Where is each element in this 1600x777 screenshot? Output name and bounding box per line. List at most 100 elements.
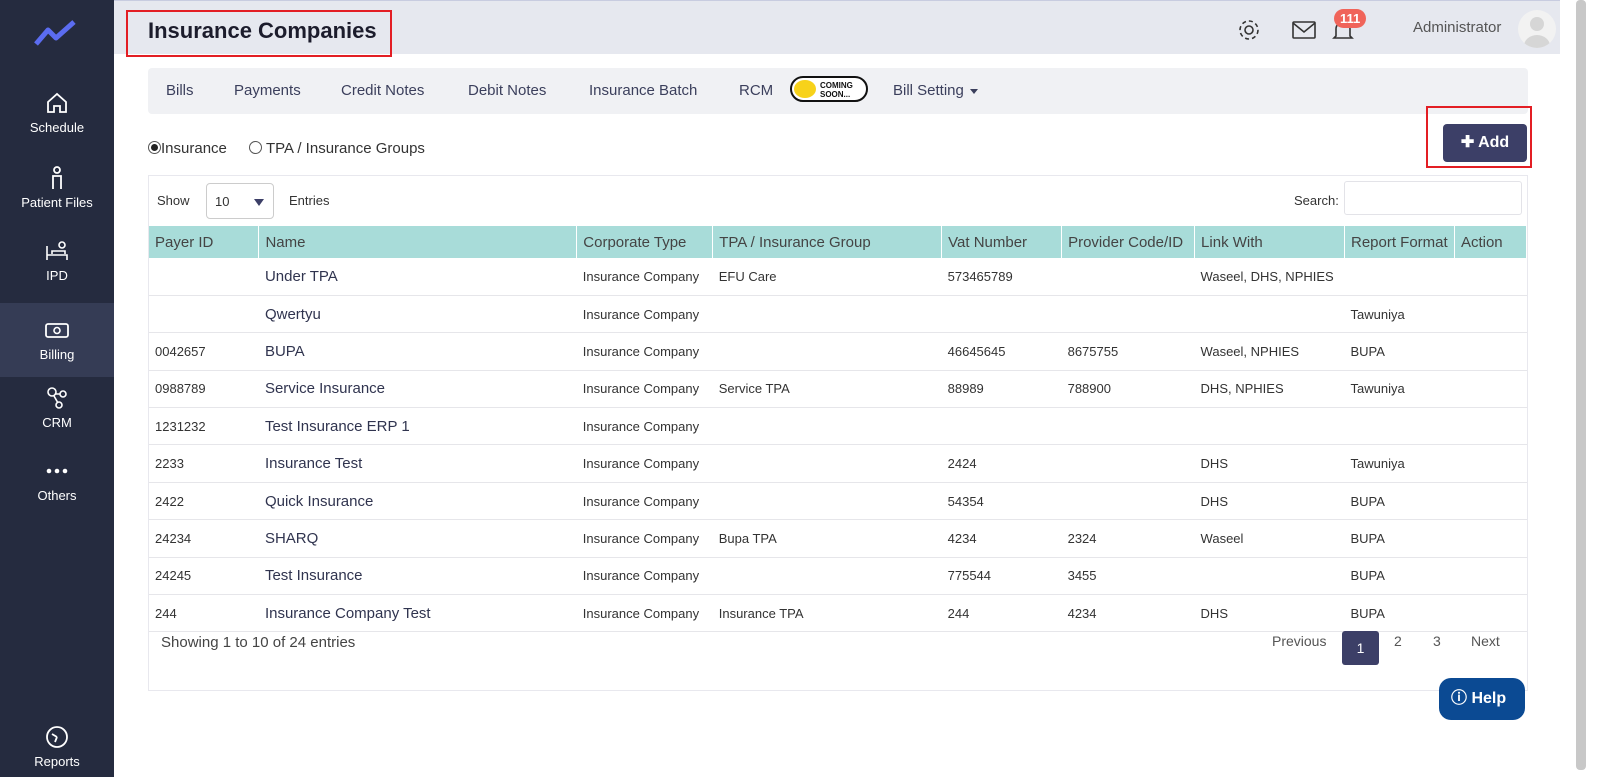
report-format-cell: Tawuniya: [1344, 295, 1455, 334]
sidebar-item-schedule[interactable]: Schedule: [0, 90, 114, 150]
name-cell: Quick Insurance: [258, 482, 577, 521]
main-content: Insurance Companies 111 Administrator Bi…: [114, 0, 1600, 777]
table-header-row: Payer ID Name Corporate Type TPA / Insuranc…: [149, 226, 1528, 258]
action-cell[interactable]: [1454, 557, 1527, 596]
link-with-cell: [1194, 295, 1345, 334]
vat-number-cell: 4234: [941, 519, 1062, 558]
table-row[interactable]: Under TPA Insurance Company EFU Care 573465…: [149, 258, 1527, 296]
table-row[interactable]: 0988789 Service Insurance Insurance Compan…: [149, 370, 1527, 409]
search-input[interactable]: [1344, 181, 1522, 215]
sidebar-item-ipd[interactable]: IPD: [0, 238, 114, 298]
column-header[interactable]: Name: [258, 226, 578, 258]
link-with-cell: DHS, NPHIES: [1194, 370, 1345, 409]
sidebar-item-crm[interactable]: CRM: [0, 385, 114, 445]
corporate-type-cell: Insurance Company: [576, 332, 713, 371]
tab-insurance-batch[interactable]: Insurance Batch: [589, 82, 697, 99]
tab-bill-setting[interactable]: Bill Setting: [893, 82, 978, 99]
tpa-group-cell: EFU Care: [712, 258, 942, 296]
action-cell[interactable]: [1454, 519, 1527, 558]
notification-badge[interactable]: 111: [1334, 9, 1367, 28]
insurance-table: Payer ID Name Corporate Type TPA / Insuranc…: [149, 226, 1528, 633]
previous-button[interactable]: Previous: [1272, 633, 1326, 649]
table-row[interactable]: 0042657 BUPA Insurance Company 46645645 8675…: [149, 332, 1527, 371]
tab-rcm[interactable]: RCM: [739, 82, 773, 99]
tab-payments[interactable]: Payments: [234, 82, 301, 99]
column-header[interactable]: Corporate Type: [576, 226, 714, 258]
link-with-cell: [1194, 407, 1345, 446]
tab-credit-notes[interactable]: Credit Notes: [341, 82, 424, 99]
name-cell: Under TPA: [258, 258, 577, 296]
tpa-group-cell: [712, 332, 942, 371]
tpa-group-cell: [712, 407, 942, 446]
sidebar-item-patient-files[interactable]: Patient Files: [0, 165, 114, 225]
caret-down-icon: [254, 199, 264, 206]
name-cell: Insurance Company Test: [258, 594, 577, 633]
vat-number-cell: 88989: [941, 370, 1062, 409]
radio-insurance[interactable]: [148, 141, 161, 154]
table-row[interactable]: 24234 SHARQ Insurance Company Bupa TPA 4234 2…: [149, 519, 1527, 558]
corporate-type-cell: Insurance Company: [576, 482, 713, 521]
table-row[interactable]: 1231232 Test Insurance ERP 1 Insurance Com…: [149, 407, 1527, 446]
coming-soon-line2: SOON...: [820, 90, 851, 99]
action-cell[interactable]: [1454, 594, 1527, 633]
column-header[interactable]: Payer ID: [149, 226, 260, 258]
action-cell[interactable]: [1454, 370, 1527, 409]
radio-tpa-groups-label[interactable]: TPA / Insurance Groups: [266, 140, 425, 157]
column-header[interactable]: TPA / Insurance Group: [712, 226, 943, 258]
vat-number-cell: 244: [941, 594, 1062, 633]
vat-number-cell: [941, 407, 1062, 446]
tpa-group-cell: Service TPA: [712, 370, 942, 409]
next-button[interactable]: Next: [1471, 633, 1500, 649]
payer-id-cell: 24234: [149, 519, 259, 558]
table-row[interactable]: 2422 Quick Insurance Insurance Company 5435…: [149, 482, 1527, 521]
column-header[interactable]: Provider Code/ID: [1061, 226, 1196, 258]
tpa-group-cell: [712, 482, 942, 521]
action-cell[interactable]: [1454, 444, 1527, 483]
money-icon: [45, 323, 69, 338]
column-header[interactable]: Report Format: [1344, 226, 1455, 258]
page-size-select[interactable]: 10: [206, 183, 274, 219]
table-row[interactable]: 2233 Insurance Test Insurance Company 2424 D…: [149, 444, 1527, 483]
sidebar-item-billing[interactable]: Billing: [0, 303, 114, 377]
action-cell[interactable]: [1454, 407, 1527, 446]
action-cell[interactable]: [1454, 332, 1527, 371]
page-3-button[interactable]: 3: [1433, 633, 1441, 649]
table-row[interactable]: 244 Insurance Company Test Insurance Compa…: [149, 594, 1527, 633]
scrollbar[interactable]: [1576, 0, 1586, 770]
sidebar-item-reports[interactable]: Reports: [0, 724, 114, 774]
payer-id-cell: [149, 258, 259, 296]
gear-icon[interactable]: [1236, 17, 1262, 43]
page-1-button[interactable]: 1: [1342, 631, 1379, 665]
column-header[interactable]: Vat Number: [941, 226, 1063, 258]
action-cell[interactable]: [1454, 482, 1527, 521]
mail-icon[interactable]: [1291, 17, 1317, 43]
tab-bills[interactable]: Bills: [166, 82, 194, 99]
report-format-cell: BUPA: [1344, 519, 1455, 558]
help-button[interactable]: ⓘ Help: [1439, 678, 1525, 720]
add-button[interactable]: ✚ Add: [1443, 124, 1527, 162]
column-header[interactable]: Link With: [1194, 226, 1345, 258]
avatar[interactable]: [1518, 10, 1556, 48]
link-with-cell: Waseel: [1194, 519, 1345, 558]
more-icon: [46, 468, 68, 474]
sidebar-item-label: Patient Files: [21, 195, 93, 210]
page-title: Insurance Companies: [126, 10, 392, 57]
corporate-type-cell: Insurance Company: [576, 519, 713, 558]
showing-info: Showing 1 to 10 of 24 entries: [161, 634, 356, 651]
action-cell[interactable]: [1454, 295, 1527, 334]
radio-insurance-label[interactable]: Insurance: [161, 140, 227, 157]
page-size-value: 10: [215, 194, 230, 209]
table-row[interactable]: Qwertyu Insurance Company Tawuniya: [149, 295, 1527, 334]
app-logo[interactable]: [34, 18, 78, 48]
sidebar-item-label: Others: [37, 488, 77, 503]
page-2-button[interactable]: 2: [1394, 633, 1402, 649]
sidebar-item-others[interactable]: Others: [0, 458, 114, 518]
table-row[interactable]: 24245 Test Insurance Insurance Company 7755…: [149, 557, 1527, 596]
radio-tpa-groups[interactable]: [249, 141, 263, 154]
user-name[interactable]: Administrator: [1413, 19, 1501, 36]
column-header[interactable]: Action: [1454, 226, 1528, 258]
tab-debit-notes[interactable]: Debit Notes: [468, 82, 546, 99]
report-format-cell: [1344, 258, 1455, 296]
action-cell[interactable]: [1454, 258, 1527, 296]
caret-down-icon: [969, 88, 978, 94]
